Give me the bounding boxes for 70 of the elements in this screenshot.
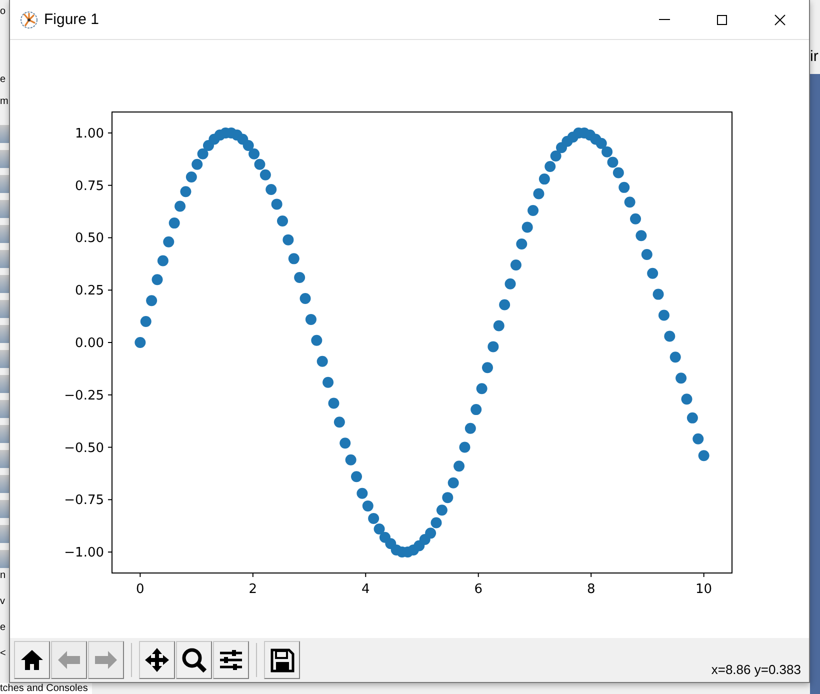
tick-mark <box>108 552 112 553</box>
file-icon <box>0 150 9 168</box>
background-text: ir <box>810 48 818 65</box>
tick-mark <box>478 572 479 578</box>
file-icon <box>0 350 9 368</box>
file-icon <box>0 250 9 268</box>
tick-mark <box>108 132 112 134</box>
background-text: o <box>0 6 7 18</box>
file-icon <box>0 225 9 243</box>
background-text: v <box>0 596 6 608</box>
tick-label: 10 <box>696 582 712 597</box>
background-text: e <box>0 622 7 634</box>
file-icon <box>0 425 9 443</box>
background-text: tches and Consoles <box>0 683 92 694</box>
tick-mark <box>590 572 592 578</box>
zoom-button[interactable] <box>176 641 212 679</box>
tick-mark <box>108 184 112 186</box>
tick-mark <box>108 499 112 500</box>
tick-label: 0.75 <box>75 178 104 194</box>
tick-label: 4 <box>362 582 370 597</box>
tick-label: 0.25 <box>75 284 104 299</box>
tick-mark <box>108 394 112 396</box>
pan-button[interactable] <box>139 641 175 679</box>
file-icon <box>0 175 9 193</box>
tick-label: 0.50 <box>75 231 104 246</box>
tick-label: 8 <box>586 582 596 597</box>
background-text: n <box>0 570 7 582</box>
background-text: m <box>0 96 9 108</box>
file-icon <box>0 375 9 393</box>
tick-mark <box>703 572 704 578</box>
tick-mark <box>365 572 366 578</box>
tick-mark <box>108 342 112 343</box>
minimize-icon <box>658 19 670 20</box>
tick-mark <box>108 290 112 291</box>
window-title: Figure 1 <box>44 11 100 28</box>
move-arrows-icon <box>143 646 171 674</box>
tick-label: −0.50 <box>64 440 104 456</box>
file-icon <box>0 325 9 343</box>
file-icon <box>0 400 9 418</box>
app-icon <box>20 10 38 28</box>
background-text: e <box>0 74 7 86</box>
tick-label: −0.25 <box>64 388 104 404</box>
configure-button[interactable] <box>213 641 249 679</box>
tick-mark <box>140 572 141 578</box>
tick-label: 6 <box>474 582 482 597</box>
tick-mark <box>252 572 254 578</box>
cursor-coordinates: x=8.86 y=0.383 <box>711 662 801 676</box>
tick-mark <box>108 446 112 448</box>
home-button[interactable] <box>14 641 50 679</box>
close-icon <box>774 14 786 26</box>
file-icon <box>0 300 9 318</box>
tick-label: 1.00 <box>75 126 104 142</box>
tick-label: −0.75 <box>64 493 104 508</box>
file-icon <box>0 200 9 218</box>
tick-label: 0 <box>136 582 144 597</box>
save-button[interactable] <box>264 641 300 679</box>
file-icon <box>0 550 9 568</box>
tick-mark <box>108 237 112 238</box>
tick-label: 0.00 <box>75 336 104 351</box>
background-text: < <box>0 648 7 660</box>
file-icon <box>0 450 9 468</box>
file-icon <box>0 275 9 293</box>
tick-label: −1.00 <box>64 546 104 561</box>
file-icon <box>0 475 9 493</box>
file-icon <box>0 500 9 518</box>
magnifier-icon <box>180 646 208 674</box>
tick-label: 2 <box>248 582 258 597</box>
file-icon <box>0 525 9 543</box>
file-icon <box>0 125 9 143</box>
maximize-icon <box>716 14 728 26</box>
